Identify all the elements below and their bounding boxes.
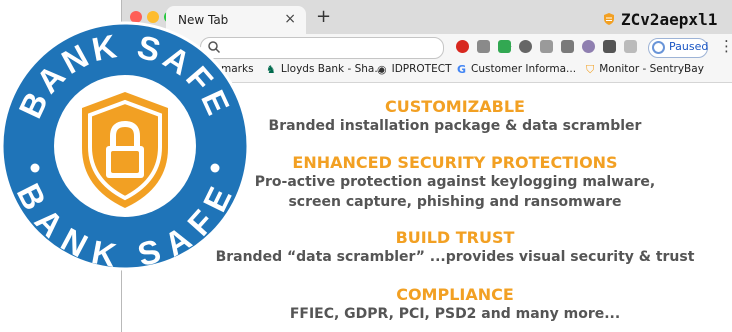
feature-build-trust: BUILD TRUST Branded “data scrambler” ...…	[192, 228, 718, 267]
bookmark-label: Lloyds Bank - Sha...	[280, 63, 385, 75]
shield-icon	[604, 13, 614, 25]
paused-label: Paused	[669, 40, 709, 53]
bank-safe-badge: BANK SAFE BANK SAFE	[0, 21, 250, 272]
extension-circle-icon[interactable]	[519, 40, 532, 53]
avatar-icon	[652, 41, 665, 54]
feature-title: COMPLIANCE	[396, 285, 514, 304]
feature-title: BUILD TRUST	[395, 228, 515, 247]
menu-icon[interactable]: ⋮	[719, 37, 732, 55]
extension-chat-icon[interactable]	[540, 40, 553, 53]
tab-close-icon[interactable]: ×	[284, 11, 296, 27]
bookmark-idprotect[interactable]: ◉ IDPROTECT	[377, 63, 451, 75]
bookmark-label: Customer Informa...	[471, 63, 577, 75]
feature-security: ENHANCED SECURITY PROTECTIONS Pro-active…	[192, 153, 718, 212]
feature-description: screen capture, phishing and ransomware	[288, 194, 622, 210]
new-tab-button[interactable]: +	[316, 6, 331, 27]
extension-u-icon[interactable]	[582, 40, 595, 53]
extension-opera-icon[interactable]	[456, 40, 469, 53]
extension-green-icon[interactable]	[498, 40, 511, 53]
globe-icon: ◉	[377, 62, 387, 76]
feature-description: Pro-active protection against keylogging…	[254, 174, 656, 190]
bookmark-label: IDPROTECT	[391, 63, 452, 75]
badge-dot-right	[210, 163, 220, 173]
profile-paused-button[interactable]: Paused	[648, 38, 708, 58]
shield-icon: ⛉	[586, 62, 595, 76]
address-input[interactable]	[225, 39, 424, 57]
status-text: ZCv2aepxl1	[621, 9, 718, 29]
bookmark-customer[interactable]: G Customer Informa...	[457, 63, 576, 75]
extension-shield-icon[interactable]	[477, 40, 490, 53]
status-indicator: ZCv2aepxl1	[602, 8, 717, 30]
extension-grid-icon[interactable]	[561, 40, 574, 53]
bookmark-sentrybay[interactable]: ⛉ Monitor - SentryBay	[586, 63, 704, 75]
feature-title: ENHANCED SECURITY PROTECTIONS	[292, 153, 618, 172]
feature-description: Branded “data scrambler” ...provides vis…	[215, 249, 695, 265]
horse-icon: ♞	[266, 62, 276, 76]
bookmark-lloyds[interactable]: ♞ Lloyds Bank - Sha...	[266, 63, 384, 75]
feature-customizable: CUSTOMIZABLE Branded installation packag…	[192, 97, 718, 136]
bookmark-label: Monitor - SentryBay	[599, 63, 704, 75]
extension-e-icon[interactable]	[603, 40, 616, 53]
google-icon: G	[457, 62, 467, 76]
feature-description: Branded installation package & data scra…	[268, 118, 642, 134]
feature-description: FFIEC, GDPR, PCI, PSD2 and many more...	[289, 306, 621, 322]
extension-r-icon[interactable]	[624, 40, 637, 53]
feature-title: CUSTOMIZABLE	[385, 97, 525, 116]
badge-dot-left	[30, 163, 40, 173]
feature-compliance: COMPLIANCE FFIEC, GDPR, PCI, PSD2 and ma…	[192, 285, 718, 324]
